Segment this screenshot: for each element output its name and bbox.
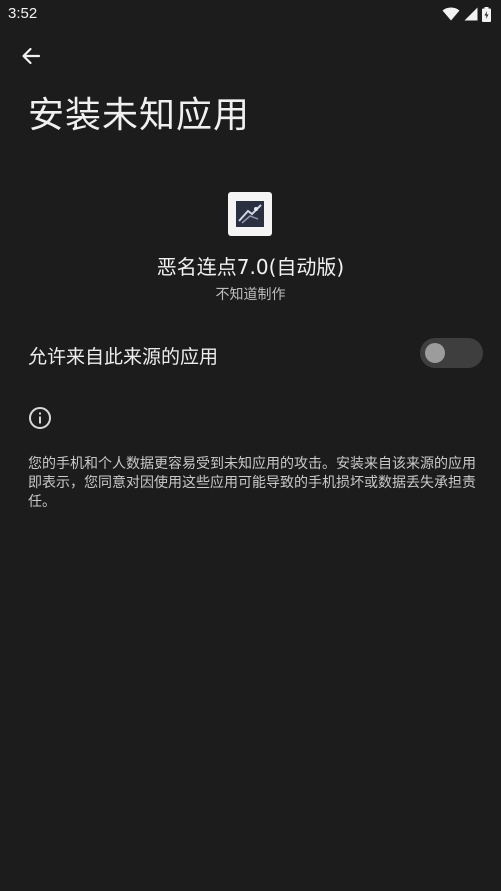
battery-icon bbox=[482, 6, 491, 22]
toggle-thumb bbox=[425, 343, 445, 363]
arrow-left-icon bbox=[20, 45, 42, 71]
app-source: 不知道制作 bbox=[215, 287, 286, 303]
allow-unknown-sources-toggle[interactable] bbox=[420, 338, 483, 368]
back-button[interactable] bbox=[14, 44, 48, 72]
warning-text: 您的手机和个人数据更容易受到未知应用的攻击。安装来自该来源的应用即表示，您同意对… bbox=[28, 456, 476, 510]
status-bar: 3:52 bbox=[0, 0, 501, 28]
wifi-icon bbox=[442, 7, 460, 21]
app-name: 恶名连点7.0(自动版) bbox=[156, 255, 345, 279]
status-time: 3:52 bbox=[8, 5, 38, 22]
app-icon-image bbox=[236, 201, 264, 227]
info-icon bbox=[28, 406, 52, 430]
page-title: 安装未知应用 bbox=[28, 95, 251, 136]
app-icon bbox=[228, 192, 272, 236]
allow-unknown-sources-label: 允许来自此来源的应用 bbox=[28, 346, 219, 368]
allow-unknown-sources-row[interactable]: 允许来自此来源的应用 bbox=[0, 330, 501, 378]
cellular-signal-icon bbox=[464, 7, 478, 21]
status-icons bbox=[442, 6, 491, 22]
